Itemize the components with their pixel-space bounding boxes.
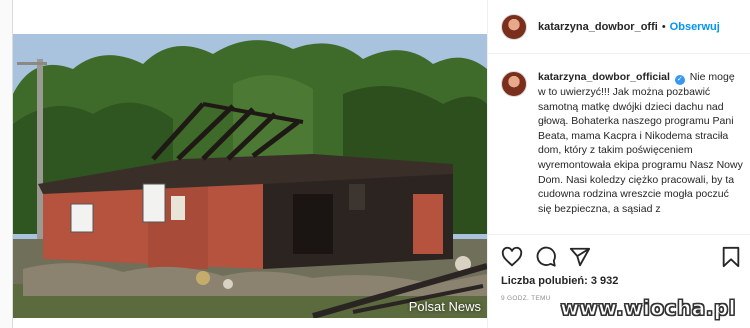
caption-avatar[interactable] (501, 71, 527, 97)
caption-text-block: katarzyna_dowbor_official ✓ Nie mogę w t… (538, 70, 743, 216)
follow-button[interactable]: Obserwuj (670, 21, 720, 33)
instagram-post: Polsat News katarzyna_dowbor_offi • Obse… (12, 0, 750, 328)
tv-watermark: Polsat News (408, 299, 481, 314)
likes-count[interactable]: Liczba polubień: 3 932 (501, 275, 618, 287)
header-username[interactable]: katarzyna_dowbor_offi (538, 21, 658, 33)
burned-house-image (13, 34, 487, 318)
bookmark-icon[interactable] (720, 246, 742, 268)
comment-icon[interactable] (535, 246, 557, 268)
share-icon[interactable] (569, 246, 591, 268)
post-photo[interactable]: Polsat News (13, 34, 487, 318)
post-side-panel: katarzyna_dowbor_offi • Obserwuj katarzy… (487, 0, 750, 328)
header-separator: • (661, 20, 666, 33)
caption-body: Nie mogę w to uwierzyć!!! Jak można pozb… (538, 71, 743, 215)
post-header: katarzyna_dowbor_offi • Obserwuj (488, 0, 750, 54)
verified-badge-icon: ✓ (674, 75, 685, 85)
caption-username[interactable]: katarzyna_dowbor_official (538, 71, 670, 83)
header-avatar[interactable] (501, 13, 527, 40)
post-timestamp[interactable]: 9 GODZ. TEMU (501, 295, 551, 302)
site-watermark: www.wiocha.pl (560, 296, 736, 321)
heart-icon[interactable] (501, 246, 523, 268)
post-caption: katarzyna_dowbor_official ✓ Nie mogę w t… (501, 70, 743, 216)
action-icons (501, 246, 591, 268)
